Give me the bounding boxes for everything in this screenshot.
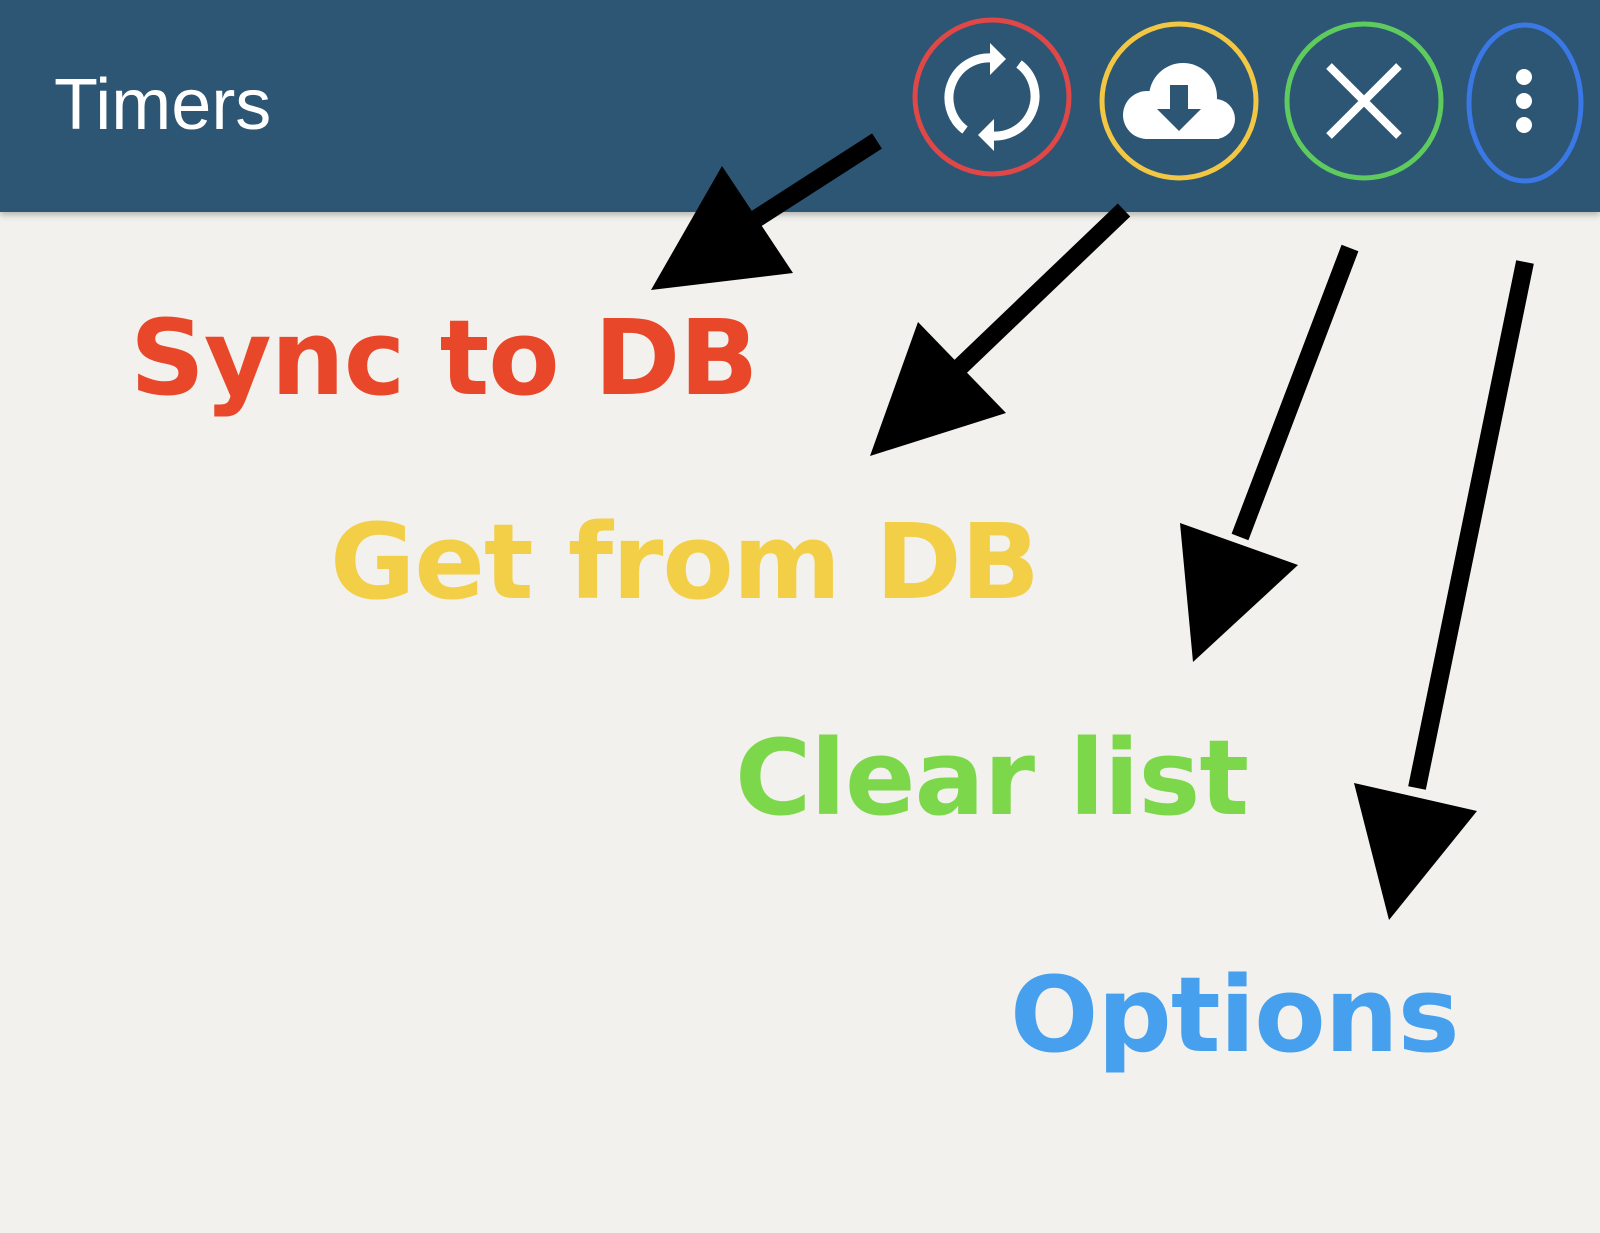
close-icon xyxy=(1284,21,1444,181)
cloud-download-button[interactable] xyxy=(1097,19,1261,183)
clear-callout-label: Clear list xyxy=(735,717,1249,839)
clear-button[interactable] xyxy=(1282,19,1446,183)
get-callout-label: Get from DB xyxy=(330,501,1040,623)
options-button[interactable] xyxy=(1465,21,1589,187)
options-callout-label: Options xyxy=(1010,954,1460,1076)
more-vert-icon xyxy=(1466,22,1584,184)
sync-icon xyxy=(912,17,1072,177)
toolbar-title: Timers xyxy=(54,65,272,145)
cloud-download-icon xyxy=(1099,21,1259,181)
arrow-get xyxy=(870,203,1131,456)
app-toolbar: Timers xyxy=(0,0,1600,212)
sync-callout-label: Sync to DB xyxy=(130,297,759,419)
arrow-options xyxy=(1354,260,1534,920)
sync-button[interactable] xyxy=(910,15,1074,179)
arrow-clear xyxy=(1180,244,1359,662)
